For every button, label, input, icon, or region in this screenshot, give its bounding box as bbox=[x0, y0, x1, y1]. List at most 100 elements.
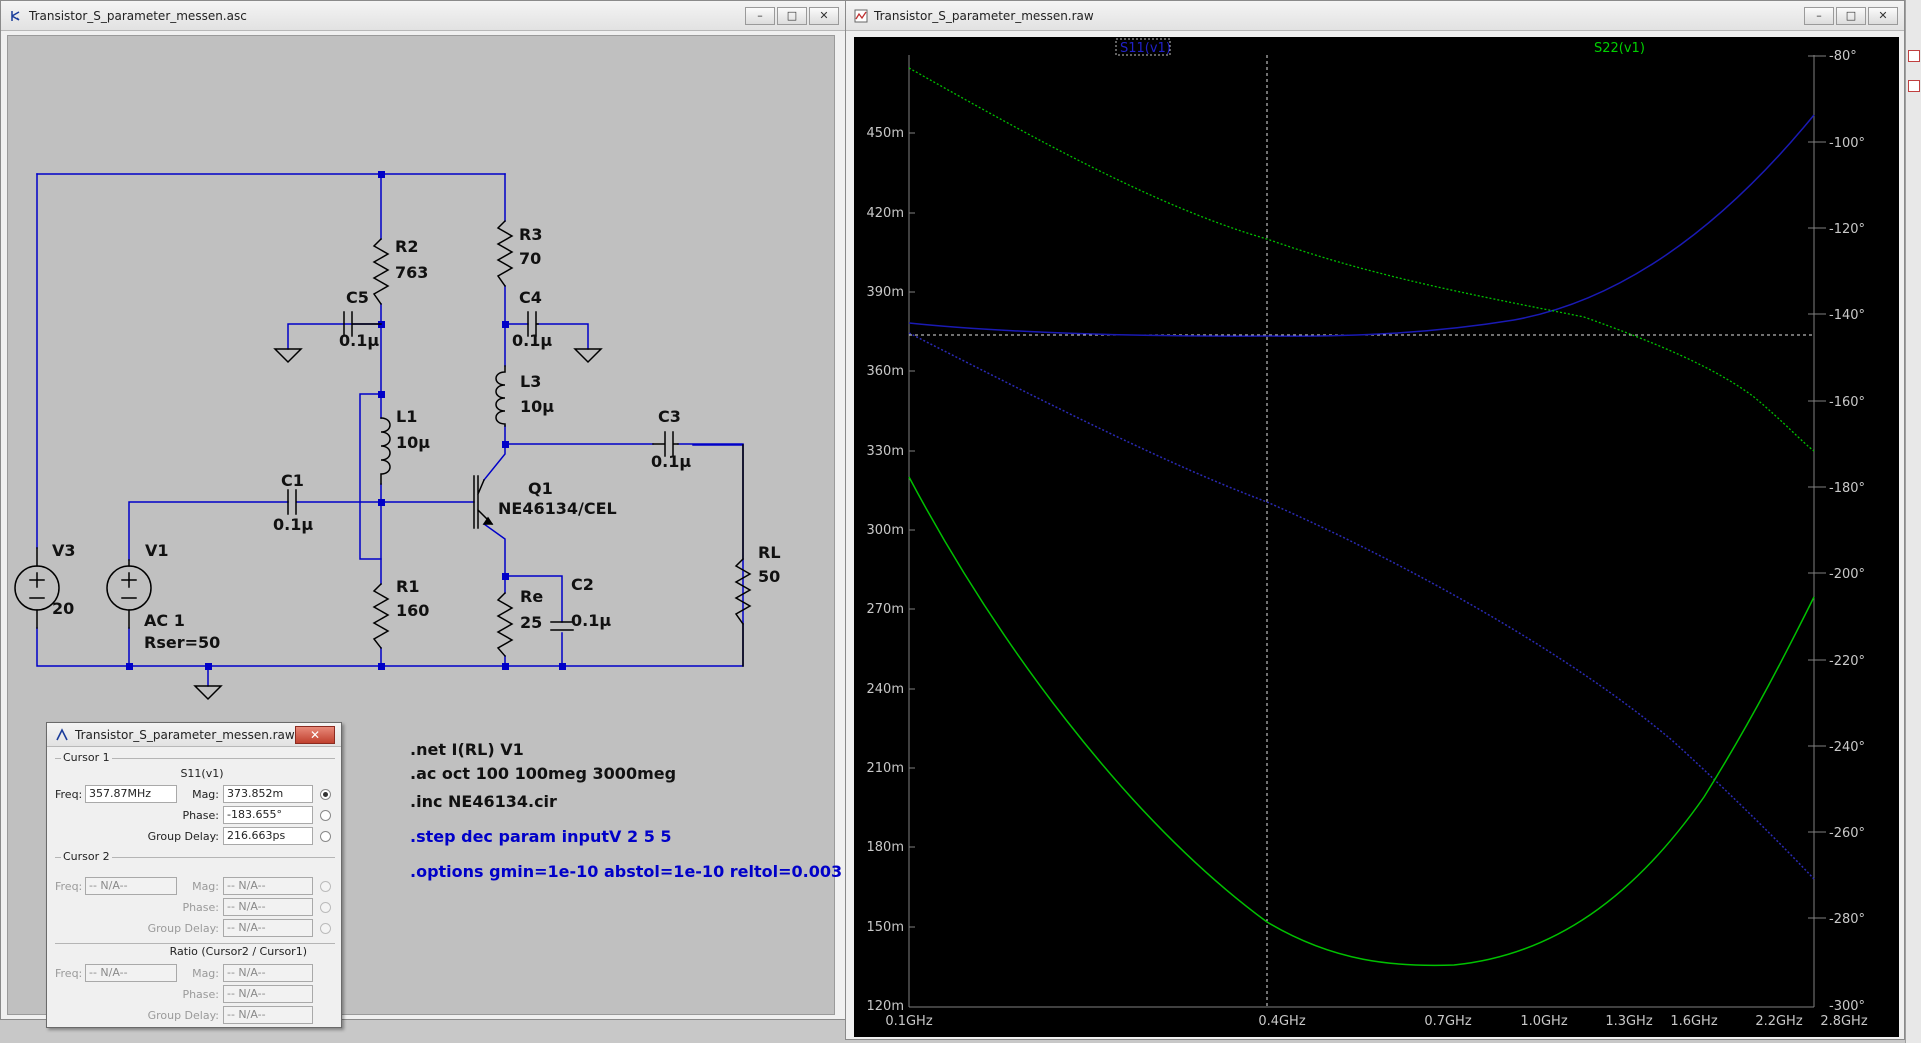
spice-directive-step[interactable]: .step dec param inputV 2 5 5 bbox=[410, 827, 672, 846]
capacitor-c1-symbol bbox=[287, 489, 297, 515]
y-tick-right: -120° bbox=[1829, 222, 1865, 237]
y-tick-right: -240° bbox=[1829, 740, 1865, 755]
ground-symbol bbox=[193, 685, 223, 701]
group-delay-radio[interactable] bbox=[320, 831, 331, 842]
y-tick-left: 300m bbox=[867, 523, 904, 538]
y-tick-marks-left bbox=[909, 132, 915, 928]
group-delay-label: Group Delay: bbox=[147, 830, 219, 843]
y-tick-right: -260° bbox=[1829, 826, 1865, 841]
cursor2-label: Cursor 2 bbox=[61, 850, 112, 863]
trace-s11-magnitude[interactable] bbox=[908, 114, 1815, 337]
x-tick: 0.7GHz bbox=[1424, 1014, 1472, 1029]
ratio-phase-field[interactable]: -- N/A-- bbox=[223, 985, 313, 1003]
cursor-dialog[interactable]: Transistor_S_parameter_messen.raw ✕ Curs… bbox=[46, 722, 342, 1028]
c4-name: C4 bbox=[519, 288, 542, 307]
cursor-crosshair[interactable] bbox=[909, 55, 1814, 1007]
cursor2-group-delay-field[interactable]: -- N/A-- bbox=[223, 919, 313, 937]
minimize-button[interactable]: – bbox=[745, 7, 775, 25]
r2-name: R2 bbox=[395, 237, 418, 256]
q1-name: Q1 bbox=[528, 479, 553, 498]
group-delay-radio[interactable] bbox=[320, 923, 331, 934]
mag-label: Mag: bbox=[192, 880, 219, 893]
r3-value: 70 bbox=[519, 249, 541, 268]
cursor-dialog-titlebar[interactable]: Transistor_S_parameter_messen.raw ✕ bbox=[47, 723, 341, 747]
phase-label: Phase: bbox=[182, 809, 219, 822]
y-tick-right: -80° bbox=[1829, 49, 1857, 64]
plot-frame bbox=[908, 55, 1815, 1008]
cursor1-group-delay-field[interactable]: 216.663ps bbox=[223, 827, 313, 845]
rl-name: RL bbox=[758, 543, 781, 562]
c5-name: C5 bbox=[346, 288, 369, 307]
y-tick-left: 120m bbox=[867, 999, 904, 1014]
ratio-mag-field[interactable]: -- N/A-- bbox=[223, 964, 313, 982]
trace-label-s11[interactable]: S11(v1) bbox=[1120, 41, 1171, 56]
v1-ac: AC 1 bbox=[144, 611, 185, 630]
y-tick-left: 150m bbox=[867, 920, 904, 935]
waveform-titlebar[interactable]: Transistor_S_parameter_messen.raw – □ ✕ bbox=[846, 1, 1904, 31]
trace-s22-magnitude[interactable] bbox=[908, 476, 1815, 967]
close-button[interactable]: ✕ bbox=[809, 7, 839, 25]
cursor2-phase-field[interactable]: -- N/A-- bbox=[223, 898, 313, 916]
l1-value: 10µ bbox=[396, 433, 430, 452]
y-tick-right: -180° bbox=[1829, 481, 1865, 496]
waveform-window[interactable]: Transistor_S_parameter_messen.raw – □ ✕ … bbox=[845, 0, 1905, 1040]
cursor1-phase-field[interactable]: -183.655° bbox=[223, 806, 313, 824]
spice-directive-options[interactable]: .options gmin=1e-10 abstol=1e-10 reltol=… bbox=[410, 862, 842, 881]
freq-label: Freq: bbox=[55, 967, 83, 980]
cursor2-mag-field[interactable]: -- N/A-- bbox=[223, 877, 313, 895]
wires bbox=[36, 173, 744, 687]
y-tick-right: -200° bbox=[1829, 567, 1865, 582]
y-tick-right: -280° bbox=[1829, 912, 1865, 927]
component-symbols bbox=[14, 219, 752, 701]
spice-directive-net[interactable]: .net I(RL) V1 bbox=[410, 740, 524, 759]
phase-radio[interactable] bbox=[320, 902, 331, 913]
cursor2-freq-field[interactable]: -- N/A-- bbox=[85, 877, 177, 895]
y-tick-left: 210m bbox=[867, 761, 904, 776]
inductor-l1-symbol bbox=[380, 417, 391, 485]
r1-value: 160 bbox=[396, 601, 429, 620]
l3-value: 10µ bbox=[520, 397, 554, 416]
trace-s22-phase[interactable] bbox=[908, 67, 1815, 452]
cursor1-mag-field[interactable]: 373.852m bbox=[223, 785, 313, 803]
ground-symbol bbox=[273, 348, 303, 364]
ratio-group-delay-field[interactable]: -- N/A-- bbox=[223, 1006, 313, 1024]
schematic-titlebar[interactable]: Transistor_S_parameter_messen.asc – □ ✕ bbox=[1, 1, 845, 31]
v1-rser: Rser=50 bbox=[144, 633, 220, 652]
ltspice-icon bbox=[56, 728, 68, 741]
spice-directive-inc[interactable]: .inc NE46134.cir bbox=[410, 792, 557, 811]
y-tick-right: -140° bbox=[1829, 308, 1865, 323]
q1-value: NE46134/CEL bbox=[498, 499, 617, 518]
close-button[interactable]: ✕ bbox=[1868, 7, 1898, 25]
l1-name: L1 bbox=[396, 407, 417, 426]
close-button[interactable]: ✕ bbox=[295, 726, 335, 744]
mag-radio[interactable] bbox=[320, 881, 331, 892]
y-tick-marks-right bbox=[1808, 55, 1826, 919]
c1-name: C1 bbox=[281, 471, 304, 490]
spice-directive-ac[interactable]: .ac oct 100 100meg 3000meg bbox=[410, 764, 676, 783]
c3-value: 0.1µ bbox=[651, 452, 691, 471]
r1-name: R1 bbox=[396, 577, 419, 596]
l3-name: L3 bbox=[520, 372, 541, 391]
trace-s11-phase[interactable] bbox=[908, 332, 1815, 880]
cursor1-freq-field[interactable]: 357.87MHz bbox=[85, 785, 177, 803]
plot-area[interactable]: S11(v1) S22(v1) 450m 420m 390m 360m 330m… bbox=[854, 37, 1899, 1037]
x-tick: 1.0GHz bbox=[1520, 1014, 1568, 1029]
c4-value: 0.1µ bbox=[512, 331, 552, 350]
r3-name: R3 bbox=[519, 225, 542, 244]
maximize-button[interactable]: □ bbox=[1836, 7, 1866, 25]
maximize-button[interactable]: □ bbox=[777, 7, 807, 25]
background-window-edge bbox=[1905, 0, 1921, 1043]
ground-symbol bbox=[573, 348, 603, 364]
phase-radio[interactable] bbox=[320, 810, 331, 821]
ratio-label: Ratio (Cursor2 / Cursor1) bbox=[169, 945, 307, 958]
waveform-plot[interactable]: S11(v1) S22(v1) 450m 420m 390m 360m 330m… bbox=[854, 37, 1899, 1037]
group-delay-label: Group Delay: bbox=[147, 1009, 219, 1022]
v1-name: V1 bbox=[145, 541, 169, 560]
v3-name: V3 bbox=[52, 541, 76, 560]
mag-radio[interactable] bbox=[320, 789, 331, 800]
resistor-r1-symbol bbox=[372, 582, 390, 650]
minimize-button[interactable]: – bbox=[1804, 7, 1834, 25]
ratio-freq-field[interactable]: -- N/A-- bbox=[85, 964, 177, 982]
mag-label: Mag: bbox=[192, 788, 219, 801]
trace-label-s22[interactable]: S22(v1) bbox=[1594, 41, 1645, 56]
